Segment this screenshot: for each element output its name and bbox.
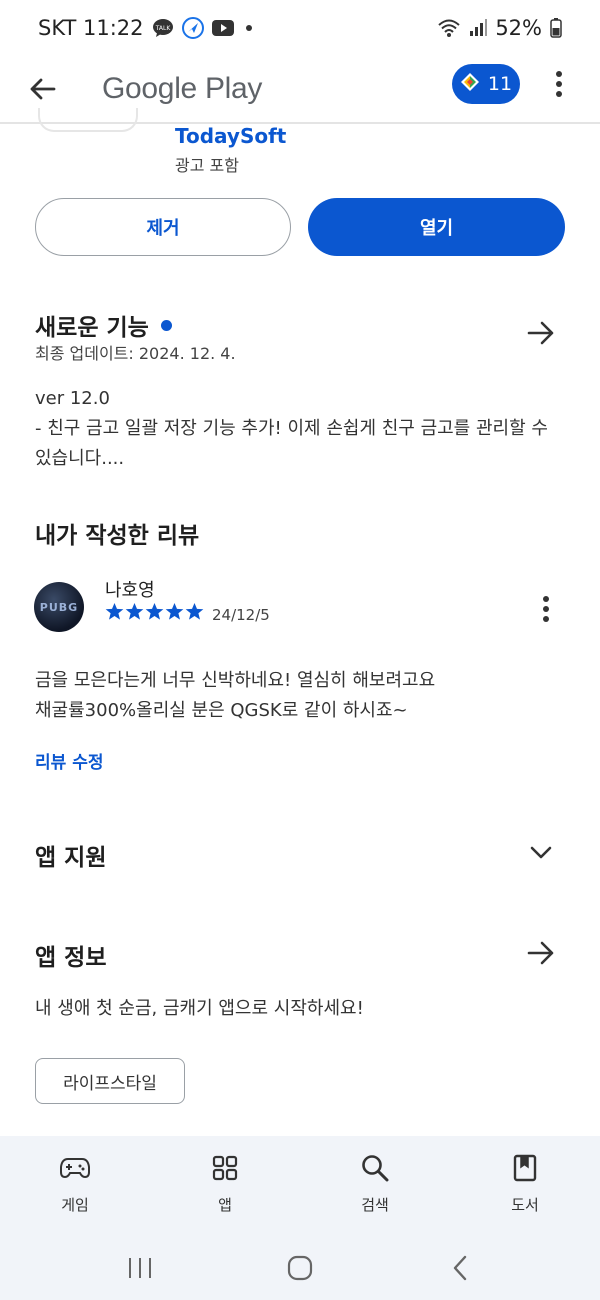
star-icon (105, 602, 124, 620)
rating-stars (105, 602, 204, 621)
apps-grid-icon (209, 1152, 241, 1184)
gamepad-icon (59, 1152, 91, 1184)
star-icon (165, 602, 184, 620)
carrier-time: SKT 11:22 (38, 16, 144, 40)
app-icon (38, 108, 138, 132)
nav-label-books: 도서 (511, 1196, 539, 1214)
edit-review-link[interactable]: 리뷰 수정 (35, 748, 103, 773)
open-button[interactable]: 열기 (308, 198, 565, 256)
bottom-nav: 게임 앱 검색 도서 (0, 1136, 600, 1236)
nav-item-apps[interactable]: 앱 (150, 1136, 300, 1236)
review-text-line-1: 금을 모은다는게 너무 신박하네요! 열심히 해보려고요 (35, 670, 436, 691)
more-vert-icon[interactable] (544, 66, 574, 102)
signal-icon (469, 19, 488, 37)
app-info-title[interactable]: 앱 정보 (35, 938, 107, 972)
nav-label-apps: 앱 (218, 1196, 232, 1214)
avatar: PUBG (34, 582, 84, 632)
chevron-down-icon[interactable] (528, 840, 554, 866)
category-chip[interactable]: 라이프스타일 (35, 1058, 185, 1104)
nav-label-games: 게임 (61, 1196, 89, 1214)
app-support-title[interactable]: 앱 지원 (35, 838, 107, 872)
play-points-button[interactable]: 11 (452, 64, 520, 104)
whats-new-title[interactable]: 새로운 기능 (35, 308, 172, 342)
whats-new-line-2: 있습니다.... (35, 448, 125, 469)
home-icon[interactable] (280, 1248, 320, 1288)
play-points-icon (460, 72, 480, 97)
whats-new-title-text: 새로운 기능 (35, 315, 149, 341)
nav-item-games[interactable]: 게임 (0, 1136, 150, 1236)
developer-link[interactable]: TodaySoft (175, 124, 286, 148)
battery-icon (550, 18, 562, 38)
status-bar: SKT 11:22 TALK 52% (0, 0, 600, 56)
review-date: 24/12/5 (212, 606, 270, 624)
system-back-icon[interactable] (440, 1248, 480, 1288)
recent-apps-icon[interactable] (120, 1248, 160, 1288)
talk-icon: TALK (152, 18, 174, 38)
points-count: 11 (487, 73, 513, 95)
page-title: Google Play (102, 72, 263, 105)
book-icon (509, 1152, 541, 1184)
svg-text:TALK: TALK (154, 25, 171, 32)
star-icon (145, 602, 164, 620)
nav-label-search: 검색 (361, 1196, 389, 1214)
ads-label: 광고 포함 (175, 156, 239, 175)
system-nav-bar (0, 1236, 600, 1300)
notification-dot (245, 25, 252, 31)
whats-new-line-1: - 친구 금고 일괄 저장 기능 추가! 이제 손쉽게 친구 금고를 관리할 수 (35, 418, 548, 439)
whats-new-version: ver 12.0 (35, 388, 110, 409)
arrow-right-icon[interactable] (526, 938, 556, 968)
star-icon (125, 602, 144, 620)
search-icon (359, 1152, 391, 1184)
navigation-icon (181, 17, 204, 39)
battery-percent: 52% (495, 16, 542, 40)
my-review-title: 내가 작성한 리뷰 (35, 523, 200, 549)
review-more-vert-icon[interactable] (534, 594, 558, 624)
youtube-icon (211, 20, 234, 36)
last-updated: 최종 업데이트: 2024. 12. 4. (35, 344, 236, 363)
review-text-line-2: 채굴률300%올리실 분은 QGSK로 같이 하시죠~ (35, 700, 408, 721)
nav-item-search[interactable]: 검색 (300, 1136, 450, 1236)
reviewer-name: 나호영 (105, 580, 155, 601)
nav-item-books[interactable]: 도서 (450, 1136, 600, 1236)
remove-button[interactable]: 제거 (35, 198, 291, 256)
star-icon (185, 602, 204, 620)
avatar-text: PUBG (39, 600, 79, 614)
wifi-icon (437, 18, 461, 38)
new-indicator-dot (160, 320, 172, 331)
arrow-right-icon[interactable] (526, 318, 556, 348)
app-description: 내 생애 첫 순금, 금캐기 앱으로 시작하세요! (35, 998, 364, 1019)
